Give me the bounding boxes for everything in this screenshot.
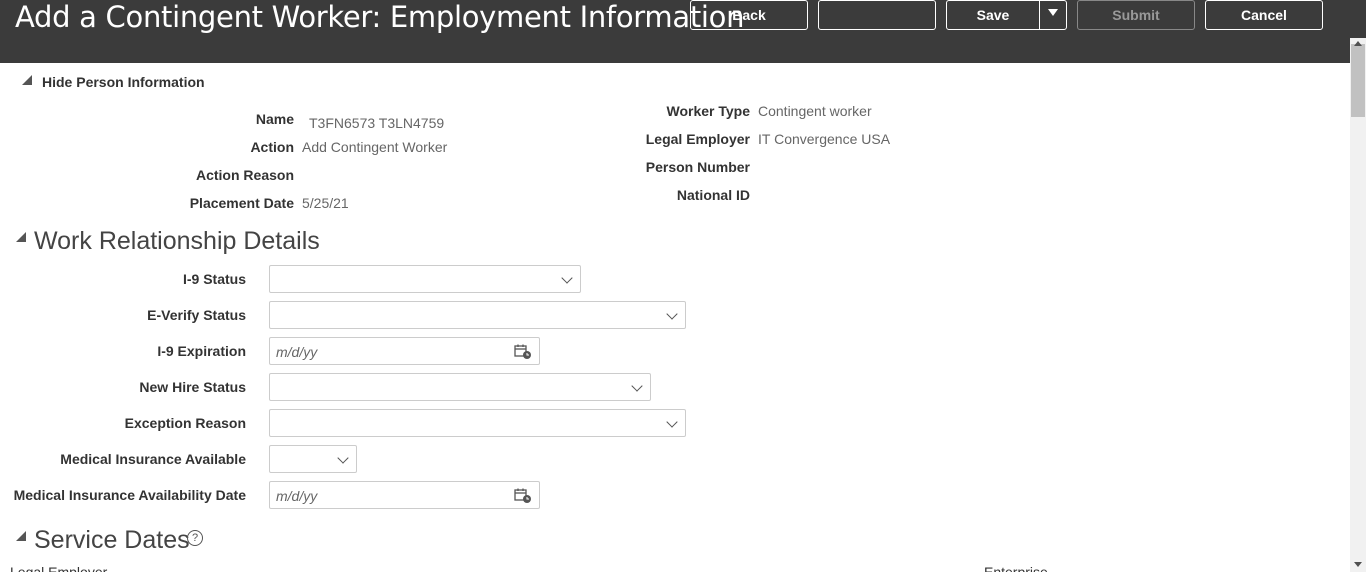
date-placeholder: m/d/yy: [276, 344, 318, 360]
main-content: Hide Person Information Name T3FN6573 T3…: [0, 63, 1350, 572]
collapse-triangle-icon[interactable]: [16, 531, 26, 541]
scroll-down-icon[interactable]: [1354, 562, 1362, 567]
placement-date-label: Placement Date: [189, 195, 294, 211]
save-split-button: Save: [946, 0, 1067, 30]
legal-employer-value: IT Convergence USA: [758, 131, 891, 147]
scroll-up-icon[interactable]: [1354, 41, 1362, 46]
collapse-triangle-icon[interactable]: [16, 232, 26, 242]
service-dates-col-legal-employer: Legal Employer: [10, 564, 108, 572]
i9-expiration-label: I-9 Expiration: [157, 343, 246, 359]
save-button[interactable]: Save: [947, 1, 1040, 29]
chevron-down-icon: [631, 380, 643, 392]
everify-status-select[interactable]: [269, 301, 686, 329]
name-label: Name: [255, 111, 294, 127]
save-menu-button[interactable]: [1040, 1, 1066, 29]
caret-down-icon: [1048, 9, 1058, 16]
name-value: T3FN6573 T3LN4759: [309, 115, 445, 131]
chevron-down-icon: [666, 416, 678, 428]
action-reason-label: Action Reason: [195, 167, 294, 183]
national-id-label: National ID: [676, 187, 750, 203]
date-placeholder: m/d/yy: [276, 488, 318, 504]
everify-status-label: E-Verify Status: [147, 307, 246, 323]
i9-expiration-input[interactable]: m/d/yy: [269, 337, 540, 365]
new-hire-status-label: New Hire Status: [139, 379, 246, 395]
medical-insurance-date-input[interactable]: m/d/yy: [269, 481, 540, 509]
calendar-icon[interactable]: [514, 344, 532, 360]
i9-status-select[interactable]: [269, 265, 581, 293]
chevron-down-icon: [666, 308, 678, 320]
back-button[interactable]: Back: [690, 0, 808, 30]
exception-reason-label: Exception Reason: [124, 415, 246, 431]
person-number-label: Person Number: [645, 159, 750, 175]
chevron-down-icon: [337, 452, 349, 464]
page-header: Add a Contingent Worker: Employment Info…: [0, 0, 1366, 63]
cancel-button[interactable]: Cancel: [1205, 0, 1323, 30]
scrollbar-thumb[interactable]: [1351, 44, 1365, 117]
service-dates-title: Service Dates: [34, 526, 190, 554]
medical-insurance-date-label: Medical Insurance Availability Date: [13, 487, 246, 503]
hide-person-info-toggle[interactable]: Hide Person Information: [42, 74, 205, 90]
new-hire-status-select[interactable]: [269, 373, 651, 401]
legal-employer-label: Legal Employer: [645, 131, 750, 147]
i9-status-label: I-9 Status: [182, 271, 246, 287]
exception-reason-select[interactable]: [269, 409, 686, 437]
medical-insurance-label: Medical Insurance Available: [60, 451, 246, 467]
worker-type-label: Worker Type: [666, 103, 750, 119]
action-label: Action: [250, 139, 294, 155]
collapse-triangle-icon[interactable]: [22, 75, 32, 85]
chevron-down-icon: [561, 272, 573, 284]
worker-type-value: Contingent worker: [758, 103, 872, 119]
submit-button[interactable]: Submit: [1077, 0, 1195, 30]
page-title: Add a Contingent Worker: Employment Info…: [15, 0, 745, 34]
action-value: Add Contingent Worker: [302, 139, 448, 155]
blank-button[interactable]: [818, 0, 936, 30]
calendar-icon[interactable]: [514, 488, 532, 504]
help-icon[interactable]: ?: [187, 530, 203, 546]
placement-date-value: 5/25/21: [302, 195, 349, 211]
medical-insurance-select[interactable]: [269, 445, 357, 473]
vertical-scrollbar[interactable]: [1350, 38, 1366, 572]
work-relationship-title: Work Relationship Details: [34, 227, 320, 255]
service-dates-col-enterprise: Enterprise: [984, 564, 1048, 572]
